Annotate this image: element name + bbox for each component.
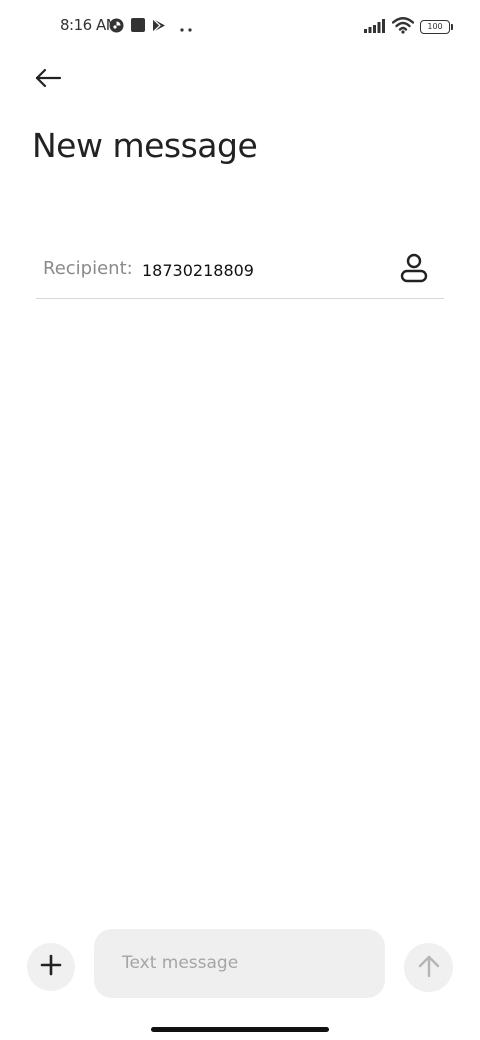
recipient-row: Recipient: (36, 246, 444, 299)
arrow-up-icon (418, 954, 440, 982)
status-icons-right: 100 (364, 16, 453, 38)
message-field[interactable] (94, 929, 385, 998)
contact-picker-button[interactable] (396, 252, 432, 288)
back-button[interactable] (28, 60, 68, 100)
more-dots-icon (180, 18, 192, 37)
status-icons-left (109, 18, 192, 36)
back-arrow-icon (34, 67, 62, 93)
app-notification-icon (109, 18, 124, 37)
send-button[interactable] (404, 943, 453, 992)
plus-icon (40, 954, 62, 980)
wifi-icon (391, 16, 415, 38)
person-icon (400, 253, 428, 287)
recipient-label: Recipient: (43, 258, 133, 279)
message-input[interactable] (122, 949, 372, 977)
signal-icon (364, 18, 386, 37)
recipient-input[interactable] (142, 256, 382, 284)
home-indicator[interactable] (151, 1027, 329, 1032)
battery-icon: 100 (420, 20, 453, 34)
status-bar: 8:16 AM 100 (0, 0, 480, 54)
play-store-icon (152, 18, 166, 37)
page-title: New message (32, 126, 258, 165)
attach-button[interactable] (27, 943, 75, 991)
stop-square-icon (130, 17, 146, 37)
